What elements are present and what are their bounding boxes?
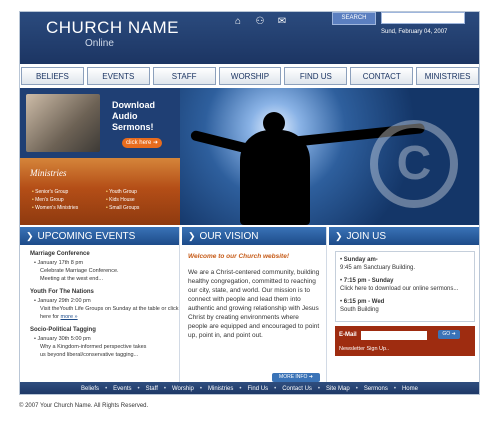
column-heading: ❯ OUR VISION [182, 227, 326, 245]
footer-link-site-map[interactable]: Site Map [326, 386, 350, 392]
church-name: CHURCH NAME [46, 18, 179, 37]
event-title: Socio-Political Tagging [30, 327, 96, 333]
welcome-text: Welcome to our Church website! [188, 253, 290, 260]
ministry-item[interactable]: Youth Group [106, 188, 139, 196]
nav-events[interactable]: EVENTS [86, 67, 150, 85]
event-details: January 29th 2:00 pm Visit theYouth Life… [34, 297, 179, 321]
footer-link-beliefs[interactable]: Beliefs [81, 386, 99, 392]
home-icon[interactable]: ⌂ [232, 16, 244, 28]
nav-ministries[interactable]: MINISTRIES [416, 67, 479, 85]
our-vision-column: ❯ OUR VISION Welcome to our Church websit… [182, 227, 327, 382]
event-date: January 29th 2:00 pm [34, 297, 179, 305]
go-button[interactable]: GO ➜ [438, 330, 460, 339]
join-us-column: ❯ JOIN US • Sunday am- 9:45 am Sanctuary B… [329, 227, 479, 382]
search-button[interactable]: SEARCH [332, 12, 376, 25]
email-label: E-Mail [339, 332, 357, 338]
nav-contact[interactable]: CONTACT [350, 67, 414, 85]
footer-link-ministries[interactable]: Ministries [208, 386, 233, 392]
footer-nav: Beliefs • Events • Staff • Worship • Ministr… [20, 382, 479, 394]
ministry-item[interactable]: Small Groups [106, 204, 139, 212]
footer-link-find-us[interactable]: Find Us [247, 386, 268, 392]
service-item[interactable]: • 7:15 pm - Sunday Click here to download… [340, 277, 470, 293]
more-link[interactable]: more » [61, 314, 78, 320]
figure-head [263, 112, 285, 134]
promo-text: Download Audio Sermons! [112, 100, 155, 132]
ministries-list-left: Senior's Group Men's Group Women's Minis… [32, 188, 78, 212]
newsletter-link[interactable]: Newsletter Sign Up.. [339, 346, 389, 352]
header-icons: ⌂ ⚇ ✉ [232, 16, 288, 28]
nav-staff[interactable]: STAFF [152, 67, 216, 85]
sitemap-icon[interactable]: ⚇ [254, 16, 266, 28]
service-item: • 6:15 pm - Wed South Building [340, 299, 385, 313]
content-columns: ❯UPCOMING EVENTS Marriage Conference Jan… [20, 227, 479, 382]
church-subtitle: Online [85, 38, 114, 49]
footer-link-worship[interactable]: Worship [172, 386, 194, 392]
service-times: • Sunday am- 9:45 am Sanctuary Building. … [335, 251, 475, 322]
event-title: Youth For The Nations [30, 289, 94, 295]
event-details: January 17th 8 pm Celebrate Marriage Con… [34, 259, 179, 283]
newsletter-signup: E-Mail GO ➜ Newsletter Sign Up.. [335, 326, 475, 356]
ministries-title: Ministries [30, 168, 67, 178]
site-header: CHURCH NAME Online ⌂ ⚇ ✉ SEARCH Sund, Fe… [20, 12, 479, 64]
nav-beliefs[interactable]: BELIEFS [21, 67, 84, 85]
nav-worship[interactable]: WORSHIP [218, 67, 282, 85]
email-field[interactable] [361, 331, 427, 340]
ministry-item[interactable]: Kids House [106, 196, 139, 204]
click-here-button[interactable]: click here ➜ [122, 138, 162, 148]
mail-icon[interactable]: ✉ [276, 16, 288, 28]
footer-link-home[interactable]: Home [402, 386, 418, 392]
banner: Download Audio Sermons! click here ➜ Min… [20, 88, 479, 225]
search-input[interactable] [381, 12, 465, 24]
event-date: January 17th 8 pm [34, 259, 179, 267]
figure-silhouette [240, 130, 310, 225]
copyright-text: © 2007 Your Church Name. All Rights Rese… [19, 403, 149, 409]
column-heading: ❯ JOIN US [329, 227, 479, 245]
audio-sermons-promo[interactable]: Download Audio Sermons! click here ➜ [20, 88, 180, 158]
page-frame: CHURCH NAME Online ⌂ ⚇ ✉ SEARCH Sund, Fe… [19, 11, 480, 395]
current-date: Sund, February 04, 2007 [381, 29, 448, 35]
ministry-item[interactable]: Women's Ministries [32, 204, 78, 212]
footer-link-contact-us[interactable]: Contact Us [282, 386, 312, 392]
footer-link-events[interactable]: Events [113, 386, 131, 392]
column-heading: ❯ UPCOMING EVENTS [20, 227, 179, 245]
copyright-watermark-icon: C [370, 120, 458, 208]
hero-image: C [180, 88, 479, 225]
main-nav: BELIEFS EVENTS STAFF WORSHIP FIND US CON… [20, 67, 479, 87]
vision-text: We are a Christ-centered community, buil… [188, 269, 320, 339]
more-info-button[interactable]: MORE INFO ➜ [272, 373, 320, 382]
ministries-promo[interactable]: Ministries Senior's Group Men's Group Wo… [20, 158, 180, 225]
listener-photo [26, 94, 100, 152]
service-item: • Sunday am- 9:45 am Sanctuary Building. [340, 257, 416, 271]
footer-link-staff[interactable]: Staff [146, 386, 158, 392]
event-title: Marriage Conference [30, 251, 90, 257]
footer-link-sermons[interactable]: Sermons [364, 386, 388, 392]
ministry-item[interactable]: Senior's Group [32, 188, 78, 196]
ministry-item[interactable]: Men's Group [32, 196, 78, 204]
event-details: January 30th 5:00 pm Why a Kingdom-infor… [34, 335, 179, 359]
upcoming-events-column: ❯UPCOMING EVENTS Marriage Conference Jan… [20, 227, 180, 382]
ministries-list-right: Youth Group Kids House Small Groups [106, 188, 139, 212]
event-date: January 30th 5:00 pm [34, 335, 179, 343]
nav-find-us[interactable]: FIND US [284, 67, 348, 85]
